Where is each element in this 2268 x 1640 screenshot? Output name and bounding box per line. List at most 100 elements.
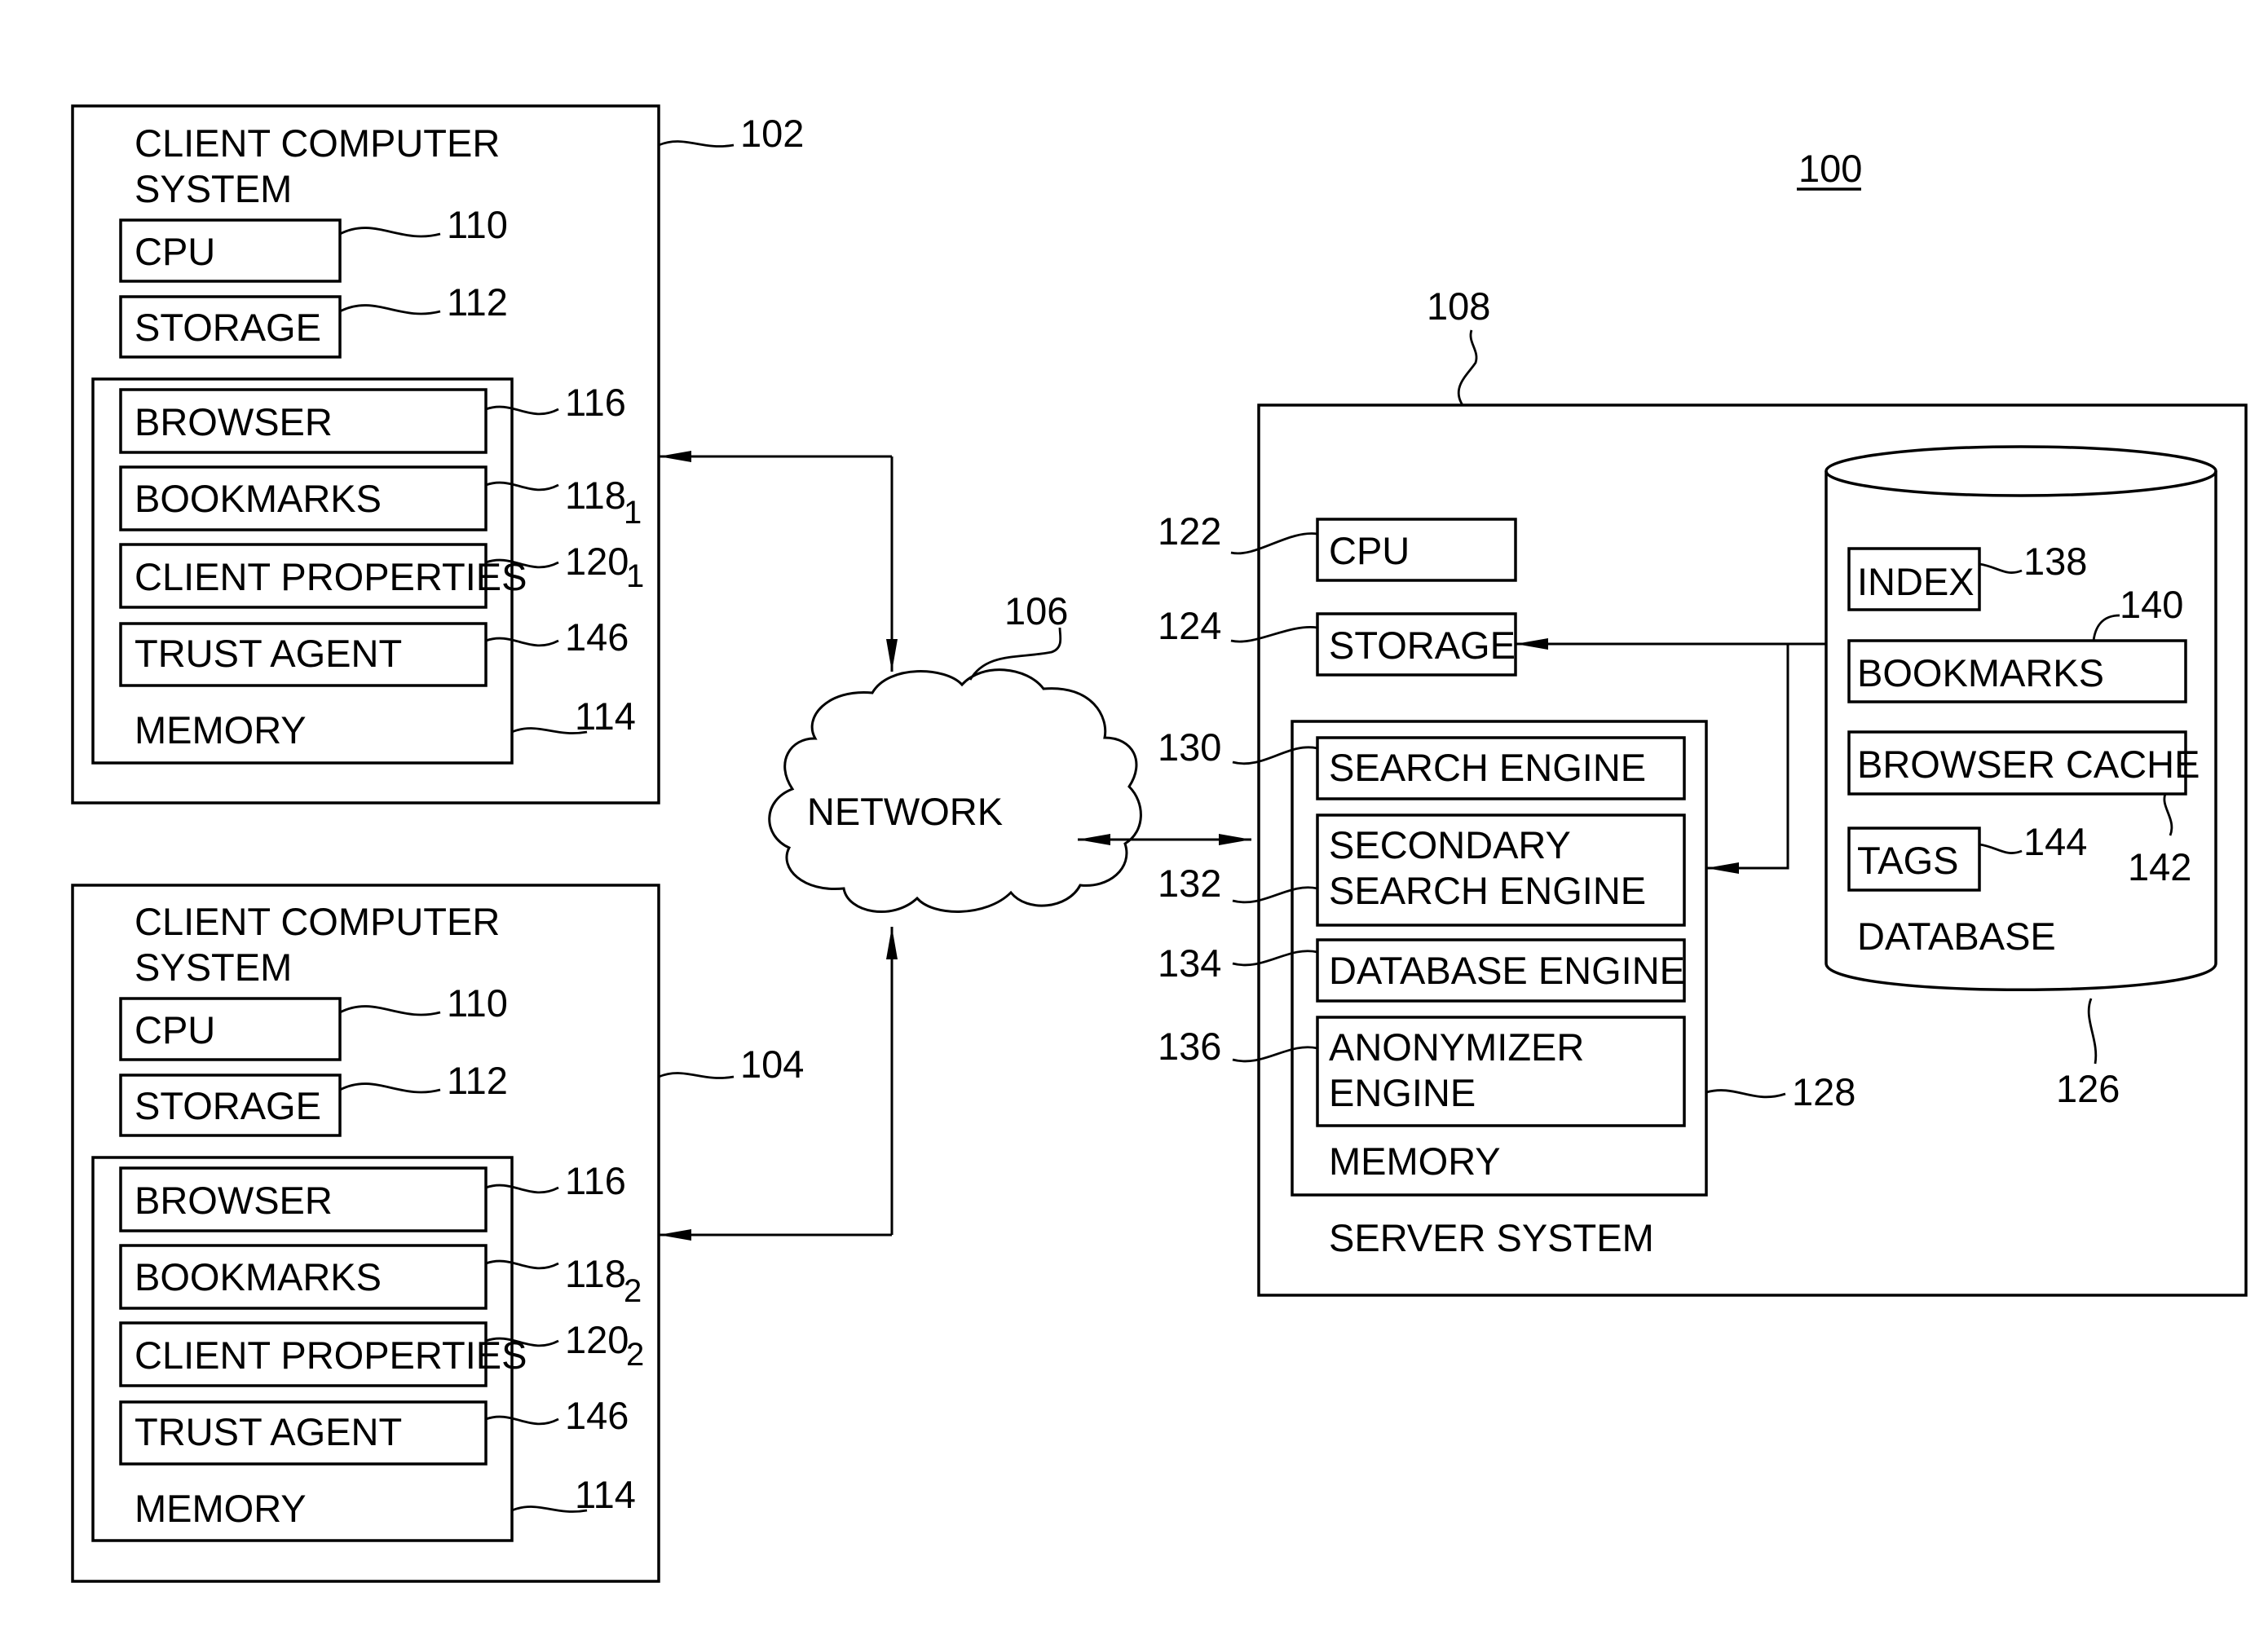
svg-text:CLIENT PROPERTIES: CLIENT PROPERTIES [135, 555, 527, 598]
svg-text:146: 146 [565, 1394, 629, 1437]
client-1-browser: BROWSER 116 [119, 381, 626, 454]
svg-text:134: 134 [1158, 941, 1221, 985]
svg-text:DATABASE: DATABASE [1857, 915, 2056, 958]
db-tags: TAGS 144 [1847, 820, 2087, 892]
network-connections [659, 451, 1251, 1241]
svg-text:2: 2 [624, 1273, 642, 1309]
svg-text:116: 116 [565, 1159, 626, 1202]
leader-108 [1457, 329, 1478, 406]
leader-104 [658, 1072, 735, 1079]
leader-116 [485, 405, 559, 416]
server-label: SERVER SYSTEM [1329, 1216, 1654, 1259]
server-storage: STORAGE 124 [1158, 604, 1517, 677]
client-2-browser: BROWSER 116 [119, 1159, 626, 1232]
client-computer-system-1: CLIENT COMPUTER SYSTEM 102 CPU 110 STORA… [71, 104, 804, 805]
anonymizer-engine: ANONYMIZER ENGINE 136 [1158, 1016, 1686, 1127]
svg-text:SEARCH ENGINE: SEARCH ENGINE [1329, 869, 1646, 912]
svg-text:1: 1 [626, 558, 644, 594]
client-computer-system-2: CLIENT COMPUTER SYSTEM 104 CPU 110 STORA… [71, 884, 804, 1583]
svg-text:SEARCH ENGINE: SEARCH ENGINE [1329, 746, 1646, 789]
svg-text:128: 128 [1792, 1070, 1855, 1113]
leader-112 [339, 304, 441, 315]
ref-106: 106 [1004, 589, 1068, 633]
svg-text:TRUST AGENT: TRUST AGENT [135, 1410, 402, 1453]
svg-text:CPU: CPU [135, 1008, 215, 1051]
arrow-db-to-memory [1706, 644, 1789, 874]
svg-text:112: 112 [447, 280, 508, 324]
client-2-storage: STORAGE 112 [119, 1059, 508, 1137]
svg-text:STORAGE: STORAGE [135, 306, 321, 349]
leader-102 [658, 140, 735, 148]
svg-text:112: 112 [447, 1059, 508, 1102]
client-2-trust-agent: TRUST AGENT 146 [119, 1394, 629, 1466]
svg-text:120: 120 [565, 1318, 629, 1361]
ref-104: 104 [740, 1043, 804, 1086]
leader-128 [1705, 1089, 1786, 1099]
svg-text:INDEX: INDEX [1857, 560, 1975, 603]
leader-138 [1979, 562, 2023, 574]
svg-text:BOOKMARKS: BOOKMARKS [135, 477, 382, 520]
server-cpu: CPU 122 [1158, 509, 1517, 582]
leader-122 [1230, 532, 1318, 555]
ref-108: 108 [1427, 284, 1490, 328]
leader-142 [2163, 793, 2173, 836]
client-1-memory: MEMORY 114 BROWSER 116 BOOKMARKS 118 1 C… [91, 377, 644, 765]
svg-text:118: 118 [565, 474, 626, 517]
network-label: NETWORK [807, 790, 1003, 833]
client-2-client-properties: CLIENT PROPERTIES 120 2 [119, 1318, 644, 1387]
leader-118 [485, 481, 559, 492]
client-2-box [71, 884, 660, 1583]
svg-text:CLIENT PROPERTIES: CLIENT PROPERTIES [135, 1334, 527, 1377]
server-memory: MEMORY 128 SEARCH ENGINE 130 SECONDARY S… [1158, 720, 1855, 1197]
svg-text:2: 2 [626, 1337, 644, 1373]
client-1-storage: STORAGE 112 [119, 280, 508, 359]
svg-text:1: 1 [624, 495, 642, 531]
svg-text:116: 116 [565, 381, 626, 424]
client-2-memory: MEMORY 114 BROWSER 116 BOOKMARKS 118 2 C… [91, 1156, 644, 1542]
database-engine: DATABASE ENGINE 134 [1158, 938, 1686, 1003]
leader-130 [1232, 746, 1318, 765]
svg-text:146: 146 [565, 615, 629, 659]
leader-132 [1232, 886, 1318, 904]
svg-text:BROWSER CACHE: BROWSER CACHE [1857, 743, 2200, 786]
leader-144 [1979, 843, 2023, 854]
leader-110 [339, 1005, 441, 1016]
svg-text:136: 136 [1158, 1025, 1221, 1068]
client-1-title-line2: SYSTEM [135, 167, 292, 210]
svg-text:110: 110 [447, 203, 508, 246]
client-1-cpu: CPU 110 [119, 203, 508, 283]
svg-text:MEMORY: MEMORY [1329, 1140, 1501, 1183]
client-1-box [71, 104, 660, 805]
svg-text:BOOKMARKS: BOOKMARKS [1857, 651, 2104, 694]
svg-text:CPU: CPU [135, 230, 215, 273]
svg-text:STORAGE: STORAGE [135, 1084, 321, 1127]
svg-text:CPU: CPU [1329, 529, 1410, 572]
svg-text:120: 120 [565, 540, 629, 583]
svg-text:BOOKMARKS: BOOKMARKS [135, 1255, 382, 1298]
svg-text:138: 138 [2023, 540, 2087, 583]
secondary-search-engine: SECONDARY SEARCH ENGINE 132 [1158, 813, 1686, 927]
database-cylinder: DATABASE 126 INDEX 138 BOOKMARKS 140 BRO… [1825, 445, 2217, 1110]
leader-110 [339, 227, 441, 238]
client-2-title-line1: CLIENT COMPUTER [135, 900, 500, 943]
client-1-trust-agent: TRUST AGENT 146 [119, 615, 629, 687]
search-engine: SEARCH ENGINE 130 [1158, 725, 1686, 800]
svg-text:ANONYMIZER: ANONYMIZER [1329, 1025, 1584, 1069]
svg-text:DATABASE ENGINE: DATABASE ENGINE [1329, 949, 1685, 992]
system-diagram: 100 CLIENT COMPUTER SYSTEM 102 CPU 110 S… [71, 104, 2248, 1583]
client-1-bookmarks: BOOKMARKS 118 1 [119, 465, 642, 531]
svg-text:118: 118 [565, 1252, 626, 1295]
leader-146 [485, 1415, 559, 1426]
leader-126 [2087, 998, 2098, 1065]
ref-102: 102 [740, 112, 804, 155]
svg-text:ENGINE: ENGINE [1329, 1071, 1476, 1114]
svg-text:114: 114 [575, 694, 636, 738]
svg-text:130: 130 [1158, 725, 1221, 769]
svg-text:144: 144 [2023, 820, 2087, 863]
svg-text:STORAGE: STORAGE [1329, 624, 1516, 667]
svg-text:MEMORY: MEMORY [135, 708, 307, 752]
svg-text:BROWSER: BROWSER [135, 400, 333, 443]
svg-text:114: 114 [575, 1473, 636, 1516]
leader-116 [485, 1184, 559, 1194]
svg-text:TAGS: TAGS [1857, 839, 1958, 882]
